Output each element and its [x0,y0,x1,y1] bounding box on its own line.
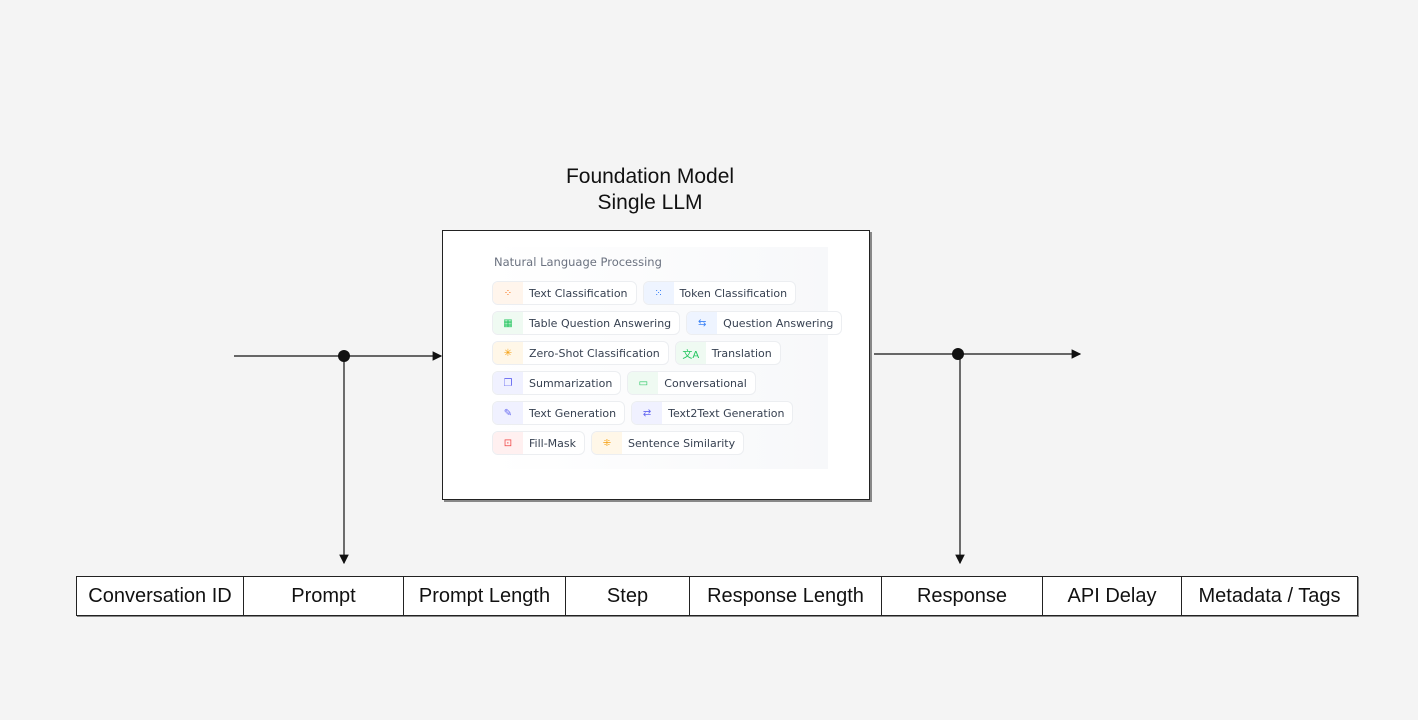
table-column-header: Metadata / Tags [1198,584,1341,607]
task-chip[interactable]: ⊡ Fill-Mask [492,431,585,455]
task-chip[interactable]: ❐ Summarization [492,371,622,395]
fill-mask-icon: ⊡ [493,432,523,454]
translation-icon: 文A [675,342,706,364]
task-chip[interactable]: ✳ Zero-Shot Classification [492,341,669,365]
task-row: ❐ Summarization ▭ Conversational [492,371,842,395]
task-chip[interactable]: ▭ Conversational [627,371,756,395]
task-chip-label: Conversational [664,376,747,390]
foundation-model-box: Natural Language Processing ⁘ Text Classi… [442,230,870,500]
task-chip-label: Summarization [529,376,613,390]
task-row: ✎ Text Generation ⇄ Text2Text Generation [492,401,842,425]
table-column-header: Conversation ID [77,577,244,615]
task-chip[interactable]: ⁘ Text Classification [492,281,637,305]
task-chip[interactable]: ⇆ Question Answering [686,311,843,335]
task-chip-label: Text2Text Generation [668,406,785,420]
output-junction-dot [952,348,964,360]
table-icon: ▦ [493,312,523,334]
nlp-task-panel: Natural Language Processing ⁘ Text Classi… [492,247,843,469]
zero-shot-icon: ✳ [493,342,523,364]
task-chip-label: Table Question Answering [529,316,672,330]
task-chip[interactable]: ▦ Table Question Answering [492,311,681,335]
summarization-icon: ❐ [493,372,523,394]
model-title: Foundation Model Single LLM [540,164,760,216]
panel-heading: Natural Language Processing [494,255,662,269]
task-chip-label: Token Classification [679,286,788,300]
table-column-header: Prompt [244,577,404,615]
task-chip-label: Fill-Mask [529,436,576,450]
conversational-icon: ▭ [628,372,659,394]
task-chip[interactable]: 文A Translation [674,341,781,365]
task-row: ⊡ Fill-Mask ⁜ Sentence Similarity [492,431,842,455]
task-chip-label: Text Classification [529,286,628,300]
task-row: ⁘ Text Classification ⁙ Token Classificatio… [492,281,842,305]
log-schema-table: Conversation ID Prompt Prompt Length Step Re… [76,576,1358,616]
text-generation-icon: ✎ [493,402,523,424]
task-chip[interactable]: ⁜ Sentence Similarity [591,431,745,455]
task-row: ▦ Table Question Answering ⇆ Question Answe… [492,311,843,335]
text-classification-icon: ⁘ [493,282,523,304]
task-chip-label: Zero-Shot Classification [529,346,660,360]
question-answering-icon: ⇆ [687,312,718,334]
table-column-header: Response [882,577,1043,615]
token-classification-icon: ⁙ [643,282,674,304]
task-chip[interactable]: ✎ Text Generation [492,401,626,425]
model-title-line2: Single LLM [597,191,703,214]
table-column-header: Response Length [690,577,882,615]
input-junction-dot [338,350,350,362]
table-column-header: Prompt Length [404,577,566,615]
table-column-header: Step [566,577,690,615]
task-chip-label: Question Answering [723,316,834,330]
task-chip-label: Sentence Similarity [628,436,736,450]
model-title-line1: Foundation Model [565,165,735,188]
table-column-header: API Delay [1043,577,1182,615]
task-chip-label: Translation [711,346,772,360]
task-chip[interactable]: ⇄ Text2Text Generation [631,401,794,425]
task-chip[interactable]: ⁙ Token Classification [642,281,797,305]
task-chip-label: Text Generation [529,406,617,420]
text2text-icon: ⇄ [632,402,663,424]
task-chip-list: ⁘ Text Classification ⁙ Token Classificatio… [492,281,843,461]
sentence-similarity-icon: ⁜ [592,432,622,454]
task-row: ✳ Zero-Shot Classification 文A Translation [492,341,842,365]
